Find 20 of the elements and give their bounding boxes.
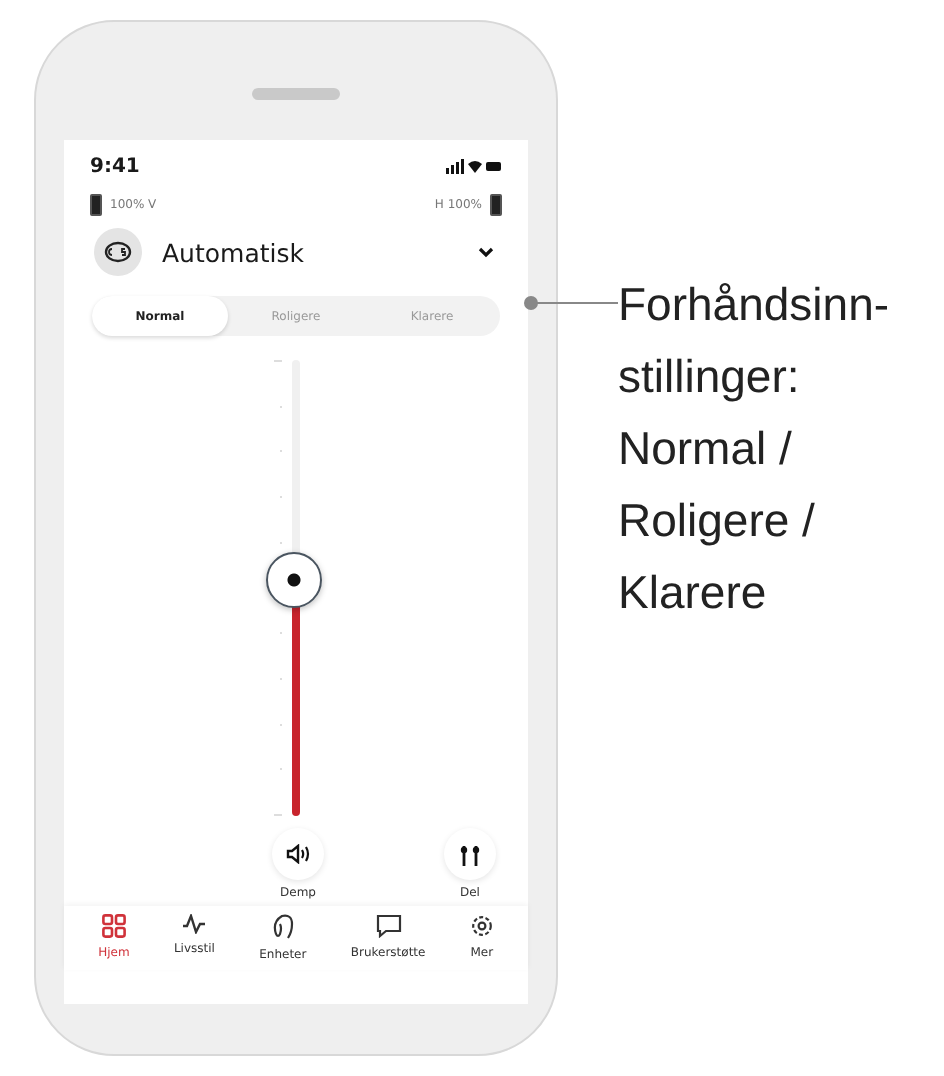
leader-line [530,302,618,304]
volume-slider-thumb[interactable] [266,552,322,609]
battery-icon [90,194,102,216]
speaker-icon [286,844,310,864]
settings-icon [469,914,494,938]
program-icon [94,228,142,276]
battery-icon [490,194,502,216]
status-time: 9:41 [90,155,140,177]
hearing-aid-icon [271,914,294,940]
sliders-icon [460,843,480,865]
chevron-down-icon[interactable] [478,246,494,258]
chat-bubble-icon [375,914,402,938]
action-button[interactable] [272,828,324,880]
action-button[interactable] [444,828,496,880]
pulse-icon [182,914,207,934]
program-label: Automatisk [162,237,306,267]
annotation-text: Forhåndsinn- stillinger: Normal / Roligere / Klarere [618,276,890,622]
grid-icon [101,914,126,938]
status-icons [446,158,502,174]
speaker-slot [252,88,340,100]
